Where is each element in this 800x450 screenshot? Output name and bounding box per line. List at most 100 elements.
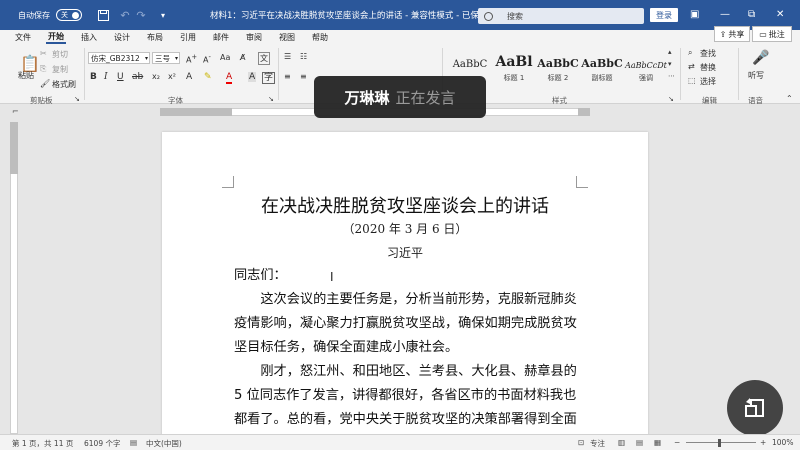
copy-button[interactable]: 复制 — [52, 64, 68, 75]
read-mode-icon[interactable]: ▥ — [618, 438, 625, 447]
phonetic-guide-icon[interactable]: 文 — [258, 52, 270, 65]
change-case-icon[interactable]: Aa — [220, 53, 230, 62]
tab-help[interactable]: 帮助 — [310, 32, 330, 43]
style-subtitle[interactable]: AaBbC 副标题 — [580, 48, 624, 84]
focus-button[interactable]: 专注 — [590, 438, 605, 449]
tab-layout[interactable]: 布局 — [145, 32, 165, 43]
font-name-select[interactable]: 仿宋_GB2312 ▾ — [88, 52, 150, 64]
highlight-icon[interactable]: ✎ — [204, 72, 212, 82]
status-bar: 第 1 页，共 11 页 6109 个字 ▤ 中文(中国) ⊡ 专注 ▥ ▤ ▦… — [0, 434, 800, 450]
clear-formatting-icon[interactable]: A̸ — [240, 53, 245, 62]
zoom-out-icon[interactable]: − — [674, 438, 680, 447]
zoom-level[interactable]: 100% — [772, 438, 793, 447]
superscript-icon[interactable]: x² — [168, 72, 176, 81]
close-button[interactable]: ✕ — [776, 9, 784, 20]
speaker-name: 万琳琳 — [344, 88, 390, 107]
style-sample: AaBbC — [581, 57, 623, 70]
strikethrough-icon[interactable]: ab — [132, 72, 143, 82]
tab-design[interactable]: 设计 — [112, 32, 132, 43]
ribbon-display-icon[interactable]: ▣ — [690, 9, 699, 20]
minimize-button[interactable]: — — [720, 9, 730, 20]
tab-selector-icon[interactable]: ⌐ — [12, 107, 19, 116]
tab-home[interactable]: 开始 — [46, 31, 66, 44]
tab-references[interactable]: 引用 — [178, 32, 198, 43]
character-shading-icon[interactable]: A — [248, 72, 257, 82]
login-button[interactable]: 登录 — [650, 8, 678, 22]
shrink-font-icon[interactable]: A- — [203, 53, 211, 65]
customize-toolbar-icon[interactable]: ▾ — [156, 8, 170, 22]
styles-more-icon[interactable]: ⋯ — [668, 72, 675, 80]
text-effects-icon[interactable]: A — [186, 72, 192, 82]
page-count[interactable]: 第 1 页，共 11 页 — [12, 438, 73, 449]
comment-button[interactable]: ▭ 批注 — [752, 26, 792, 42]
text-cursor-icon: I — [330, 270, 334, 284]
style-emphasis[interactable]: AaBbCcDt 强调 — [624, 48, 668, 84]
document-page[interactable]: 在决战决胜脱贫攻坚座谈会上的讲话 （2020 年 3 月 6 日） 习近平 同志… — [162, 132, 648, 436]
format-painter-button[interactable]: 格式刷 — [52, 79, 76, 90]
style-name: 强调 — [639, 74, 653, 82]
tab-file[interactable]: 文件 — [13, 32, 33, 43]
paste-button[interactable]: 粘贴 — [18, 70, 34, 81]
search-input[interactable]: 搜索 — [478, 8, 644, 24]
screen-switch-button[interactable] — [727, 380, 783, 436]
redo-icon[interactable]: ↷ — [134, 8, 148, 22]
find-icon[interactable]: ⌕ — [688, 48, 692, 58]
font-color-icon[interactable]: A — [226, 72, 233, 84]
bullets-icon[interactable]: ☰ — [284, 52, 291, 61]
proofing-icon[interactable]: ▤ — [130, 438, 137, 447]
vruler-top-margin — [10, 122, 18, 174]
focus-icon[interactable]: ⊡ — [578, 438, 584, 447]
tab-insert[interactable]: 插入 — [79, 32, 99, 43]
format-painter-icon[interactable]: 🖌 — [40, 79, 50, 88]
body-line: 坚目标任务，确保全面建成小康社会。 — [234, 340, 459, 355]
share-button[interactable]: ⇪ 共享 — [714, 26, 750, 42]
cut-icon[interactable]: ✂ — [40, 49, 47, 58]
zoom-slider-handle[interactable] — [718, 439, 721, 447]
tab-mailings[interactable]: 邮件 — [211, 32, 231, 43]
autosave-control[interactable]: 自动保存 关 — [18, 9, 82, 21]
zoom-in-icon[interactable]: + — [760, 438, 766, 447]
dictate-button[interactable]: 听写 — [748, 70, 764, 81]
save-icon[interactable] — [96, 8, 110, 22]
numbering-icon[interactable]: ☷ — [300, 52, 307, 61]
language-indicator[interactable]: 中文(中国) — [146, 438, 182, 449]
undo-icon[interactable]: ↶ — [118, 8, 132, 22]
select-button[interactable]: 选择 — [700, 76, 716, 87]
select-icon[interactable]: ⬚ — [688, 76, 696, 85]
replace-button[interactable]: 替换 — [700, 62, 716, 73]
print-layout-icon[interactable]: ▤ — [636, 438, 643, 447]
style-heading-1[interactable]: AaBl 标题 1 — [492, 48, 536, 84]
enclose-characters-icon[interactable]: 字 — [262, 72, 276, 84]
tab-view[interactable]: 视图 — [277, 32, 297, 43]
font-launcher-icon[interactable]: ↘ — [268, 95, 274, 103]
underline-button[interactable]: U — [117, 72, 124, 82]
share-icon: ⇪ — [719, 29, 727, 39]
collapse-ribbon-icon[interactable]: ⌃ — [786, 94, 793, 103]
style-heading-2[interactable]: AaBbC 标题 2 — [536, 48, 580, 84]
bold-button[interactable]: B — [90, 72, 97, 82]
grow-font-icon[interactable]: A+ — [186, 53, 197, 65]
screen-switch-icon — [745, 398, 764, 417]
microphone-icon[interactable]: 🎤 — [752, 50, 769, 66]
zoom-slider[interactable] — [686, 442, 756, 443]
italic-button[interactable]: I — [104, 72, 108, 82]
clipboard-launcher-icon[interactable]: ↘ — [74, 95, 80, 103]
copy-icon[interactable]: ⎘ — [40, 64, 46, 74]
tab-review[interactable]: 审阅 — [244, 32, 264, 43]
body-line: 同志们： — [234, 268, 287, 283]
replace-icon[interactable]: ⇄ — [688, 62, 695, 71]
styles-launcher-icon[interactable]: ↘ — [668, 95, 674, 103]
styles-scroll-up-icon[interactable]: ▴ — [668, 48, 672, 56]
cut-button[interactable]: 剪切 — [52, 49, 68, 60]
restore-button[interactable]: ⧉ — [748, 9, 755, 20]
align-center-icon[interactable]: ≡ — [300, 72, 307, 81]
word-count[interactable]: 6109 个字 — [84, 438, 120, 449]
autosave-toggle[interactable]: 关 — [56, 9, 82, 21]
subscript-icon[interactable]: x₂ — [152, 72, 160, 81]
align-left-icon[interactable]: ≡ — [284, 72, 291, 81]
find-button[interactable]: 查找 — [700, 48, 716, 59]
font-size-select[interactable]: 三号 ▾ — [152, 52, 180, 64]
web-layout-icon[interactable]: ▦ — [654, 438, 661, 447]
body-line: 疫情影响，凝心聚力打赢脱贫攻坚战，确保如期完成脱贫攻 — [234, 316, 577, 331]
styles-scroll-down-icon[interactable]: ▾ — [668, 60, 672, 68]
